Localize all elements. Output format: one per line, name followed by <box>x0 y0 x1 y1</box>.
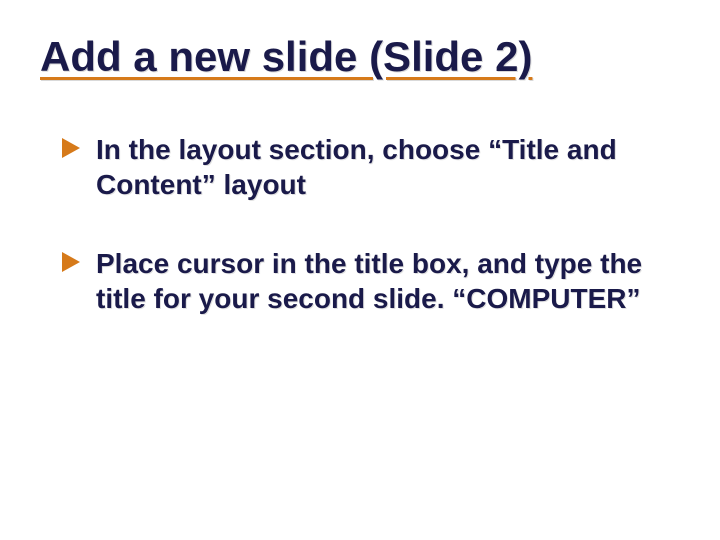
bullet-text: Place cursor in the title box, and type … <box>96 248 642 314</box>
bullet-text: In the layout section, choose “Title and… <box>96 134 617 200</box>
bullet-list: In the layout section, choose “Title and… <box>40 132 680 316</box>
list-item: In the layout section, choose “Title and… <box>68 132 680 202</box>
triangle-bullet-icon <box>62 138 80 158</box>
list-item: Place cursor in the title box, and type … <box>68 246 680 316</box>
slide-title: Add a new slide (Slide 2) <box>40 32 680 82</box>
triangle-bullet-icon <box>62 252 80 272</box>
